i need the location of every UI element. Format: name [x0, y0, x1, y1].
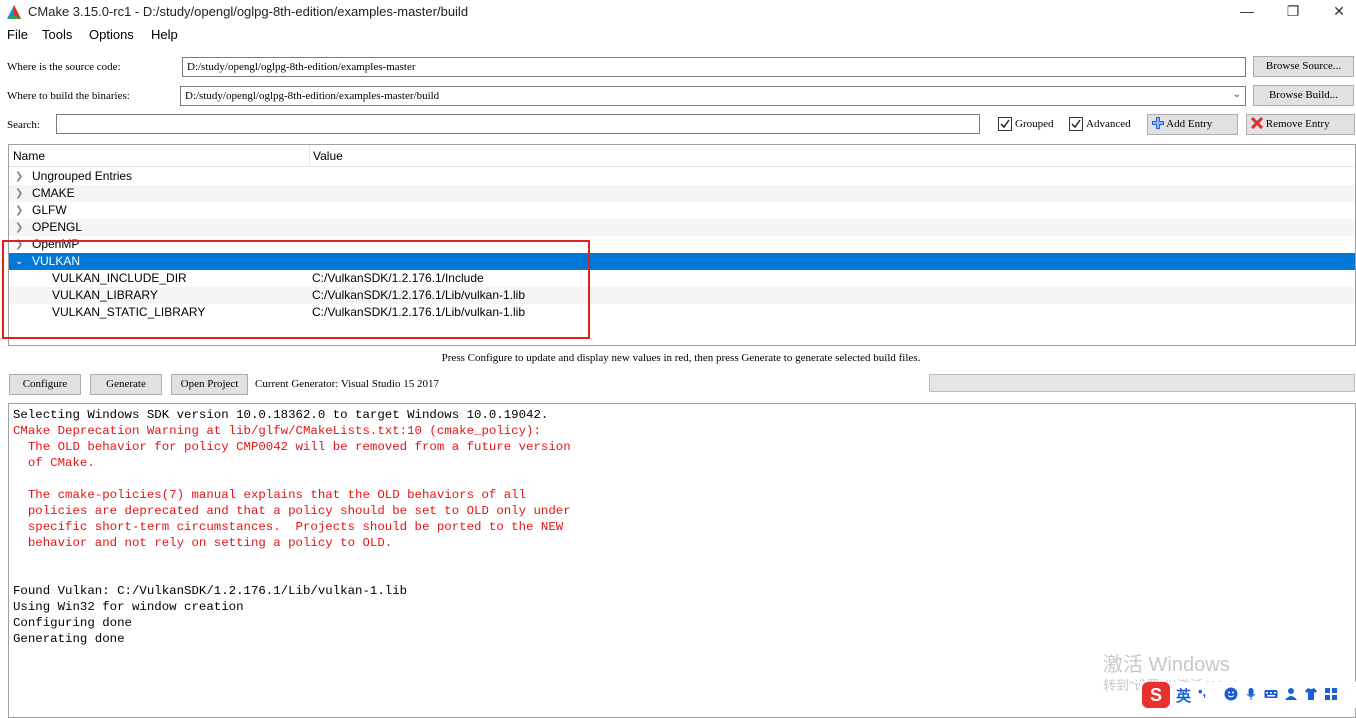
microphone-icon[interactable]	[1244, 687, 1258, 701]
activation-watermark-title: 激活 Windows	[1103, 654, 1230, 676]
log-line: of CMake.	[13, 456, 95, 470]
tree-group-glfw[interactable]: ❯ GLFW	[9, 202, 1355, 219]
add-entry-label: Add Entry	[1166, 118, 1213, 130]
skin-shirt-icon[interactable]	[1304, 687, 1318, 701]
column-value-header[interactable]: Value	[313, 149, 343, 163]
configure-hint-text: Press Configure to update and display ne…	[441, 352, 921, 364]
grid-menu-icon[interactable]	[1324, 687, 1338, 701]
build-path-value: D:/study/opengl/oglpg-8th-edition/exampl…	[185, 90, 440, 102]
build-label: Where to build the binaries:	[7, 90, 130, 102]
log-line: behavior and not rely on setting a polic…	[13, 536, 393, 550]
chevron-right-icon[interactable]: ❯	[15, 219, 23, 236]
log-line: Configuring done	[13, 616, 132, 630]
log-line: Using Win32 for window creation	[13, 600, 244, 614]
browse-build-button[interactable]: Browse Build...	[1253, 85, 1354, 106]
tree-group-openmp[interactable]: ❯ OpenMP	[9, 236, 1355, 253]
title-bar: CMake 3.15.0-rc1 - D:/study/opengl/oglpg…	[0, 0, 1356, 24]
entry-value[interactable]: C:/VulkanSDK/1.2.176.1/Lib/vulkan-1.lib	[312, 304, 525, 321]
chevron-right-icon[interactable]: ❯	[15, 202, 23, 219]
maximize-button[interactable]: ❐	[1270, 0, 1316, 24]
search-label: Search:	[7, 119, 40, 131]
current-generator-text: Current Generator: Visual Studio 15 2017	[255, 378, 439, 390]
ime-toolbar[interactable]: S 英 •,	[1140, 682, 1356, 708]
menu-bar: File Tools Options Help	[0, 24, 1356, 46]
build-path-combo[interactable]: D:/study/opengl/oglpg-8th-edition/exampl…	[180, 86, 1246, 106]
grouped-checkbox[interactable]	[998, 117, 1012, 131]
advanced-label: Advanced	[1086, 118, 1131, 130]
tree-entry[interactable]: VULKAN_INCLUDE_DIR C:/VulkanSDK/1.2.176.…	[9, 270, 1355, 287]
generate-button[interactable]: Generate	[90, 374, 162, 395]
entry-name: VULKAN_INCLUDE_DIR	[52, 271, 187, 285]
log-line: Found Vulkan: C:/VulkanSDK/1.2.176.1/Lib…	[13, 584, 408, 598]
source-label: Where is the source code:	[7, 61, 121, 73]
tree-group-opengl[interactable]: ❯ OPENGL	[9, 219, 1355, 236]
plus-icon	[1152, 117, 1164, 129]
tree-header: Name Value	[9, 145, 1355, 167]
menu-tools[interactable]: Tools	[42, 27, 72, 42]
tree-group-cmake[interactable]: ❯ CMAKE	[9, 185, 1355, 202]
grouped-label: Grouped	[1015, 118, 1054, 130]
source-path-field[interactable]: D:/study/opengl/oglpg-8th-edition/exampl…	[182, 57, 1246, 77]
log-line: policies are deprecated and that a polic…	[13, 504, 571, 518]
log-line: specific short-term circumstances. Proje…	[13, 520, 564, 534]
progress-bar	[929, 374, 1355, 392]
chevron-right-icon[interactable]: ❯	[15, 185, 23, 202]
log-line: The cmake-policies(7) manual explains th…	[13, 488, 527, 502]
tree-group-vulkan[interactable]: ⌄ VULKAN	[9, 253, 1355, 270]
remove-entry-label: Remove Entry	[1265, 118, 1330, 130]
log-line: CMake Deprecation Warning at lib/glfw/CM…	[13, 424, 541, 438]
add-entry-button[interactable]: Add Entry	[1147, 114, 1238, 135]
entry-value[interactable]: C:/VulkanSDK/1.2.176.1/Include	[312, 270, 484, 287]
log-line: Generating done	[13, 632, 125, 646]
menu-help[interactable]: Help	[151, 27, 178, 42]
checkmark-icon	[1071, 119, 1081, 129]
minimize-button[interactable]: —	[1224, 0, 1270, 24]
menu-options[interactable]: Options	[89, 27, 134, 42]
close-button[interactable]: ✕	[1316, 0, 1356, 24]
user-icon[interactable]	[1284, 687, 1298, 701]
remove-entry-button[interactable]: Remove Entry	[1246, 114, 1355, 135]
tree-entry[interactable]: VULKAN_LIBRARY C:/VulkanSDK/1.2.176.1/Li…	[9, 287, 1355, 304]
configure-button[interactable]: Configure	[9, 374, 81, 395]
window-title: CMake 3.15.0-rc1 - D:/study/opengl/oglpg…	[28, 4, 469, 19]
cmake-logo-icon	[7, 5, 21, 19]
log-line: The OLD behavior for policy CMP0042 will…	[13, 440, 571, 454]
punctuation-toggle[interactable]: •,	[1198, 684, 1206, 699]
cache-tree-view[interactable]: Name Value ❯ Ungrouped Entries ❯ CMAKE ❯…	[8, 144, 1356, 346]
delete-x-icon	[1250, 116, 1264, 130]
log-line: Selecting Windows SDK version 10.0.18362…	[13, 408, 549, 422]
chevron-right-icon[interactable]: ❯	[15, 168, 23, 185]
open-project-button[interactable]: Open Project	[171, 374, 248, 395]
browse-source-button[interactable]: Browse Source...	[1253, 56, 1354, 77]
emoji-icon[interactable]	[1224, 687, 1238, 701]
chevron-down-icon[interactable]: ⌄	[15, 253, 23, 270]
sogou-logo-icon[interactable]: S	[1142, 682, 1170, 708]
column-name-header[interactable]: Name	[13, 149, 45, 163]
checkmark-icon	[1000, 119, 1010, 129]
chevron-right-icon[interactable]: ❯	[15, 236, 23, 253]
advanced-checkbox[interactable]	[1069, 117, 1083, 131]
entry-name: VULKAN_STATIC_LIBRARY	[52, 305, 206, 319]
entry-value[interactable]: C:/VulkanSDK/1.2.176.1/Lib/vulkan-1.lib	[312, 287, 525, 304]
tree-entry[interactable]: VULKAN_STATIC_LIBRARY C:/VulkanSDK/1.2.1…	[9, 304, 1355, 321]
keyboard-icon[interactable]	[1264, 687, 1278, 701]
tree-group-ungrouped[interactable]: ❯ Ungrouped Entries	[9, 168, 1355, 185]
search-input[interactable]	[56, 114, 980, 134]
ime-language-toggle[interactable]: 英	[1176, 685, 1191, 706]
chevron-down-icon[interactable]: ⌄	[1233, 89, 1241, 100]
entry-name: VULKAN_LIBRARY	[52, 288, 158, 302]
menu-file[interactable]: File	[7, 27, 28, 42]
